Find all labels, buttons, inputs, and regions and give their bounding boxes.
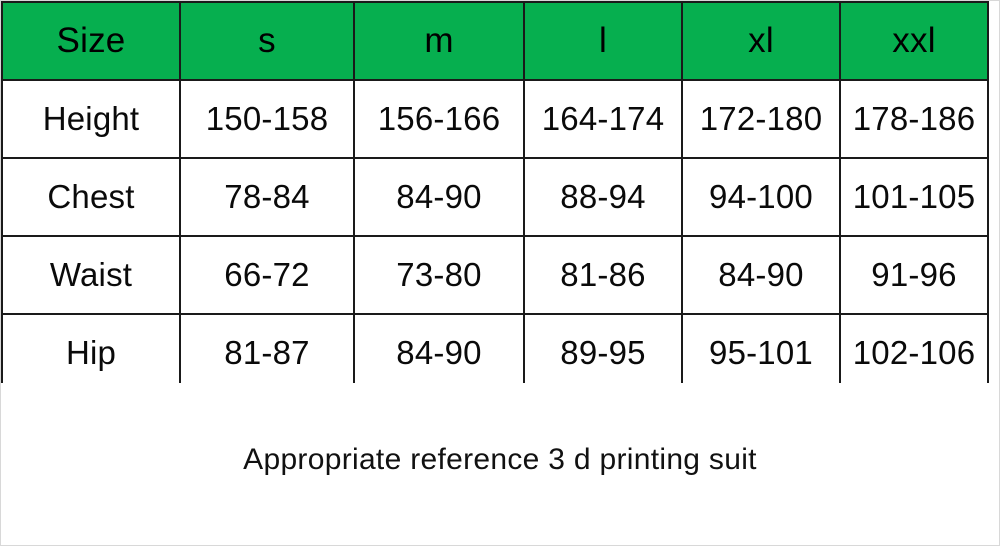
caption-panel: Appropriate reference 3 d printing suit <box>1 383 999 545</box>
cell-waist-m: 73-80 <box>353 235 525 315</box>
size-chart-page: Size s m l xl xxl Height 150-158 156-166… <box>0 0 1000 546</box>
cell-chest-xl: 94-100 <box>681 157 841 237</box>
row-label-waist: Waist <box>1 235 181 315</box>
cell-height-s: 150-158 <box>179 79 355 159</box>
chart-caption: Appropriate reference 3 d printing suit <box>243 443 757 476</box>
cell-waist-l: 81-86 <box>523 235 683 315</box>
row-label-chest: Chest <box>1 157 181 237</box>
cell-height-xl: 172-180 <box>681 79 841 159</box>
cell-waist-xl: 84-90 <box>681 235 841 315</box>
table-row: Waist 66-72 73-80 81-86 84-90 91-96 <box>1 235 989 315</box>
cell-waist-s: 66-72 <box>179 235 355 315</box>
cell-chest-m: 84-90 <box>353 157 525 237</box>
column-header-s: s <box>179 1 355 81</box>
cell-hip-s: 81-87 <box>179 313 355 393</box>
row-label-height: Height <box>1 79 181 159</box>
cell-hip-xl: 95-101 <box>681 313 841 393</box>
cell-chest-l: 88-94 <box>523 157 683 237</box>
column-header-xxl: xxl <box>839 1 989 81</box>
cell-hip-xxl: 102-106 <box>839 313 989 393</box>
column-header-size: Size <box>1 1 181 81</box>
table-body: Height 150-158 156-166 164-174 172-180 1… <box>1 79 989 393</box>
table-header: Size s m l xl xxl <box>1 1 989 81</box>
table-row: Chest 78-84 84-90 88-94 94-100 101-105 <box>1 157 989 237</box>
cell-height-m: 156-166 <box>353 79 525 159</box>
row-label-hip: Hip <box>1 313 181 393</box>
header-row: Size s m l xl xxl <box>1 1 989 81</box>
column-header-xl: xl <box>681 1 841 81</box>
cell-height-xxl: 178-186 <box>839 79 989 159</box>
size-chart-table: Size s m l xl xxl Height 150-158 156-166… <box>1 1 989 393</box>
cell-chest-xxl: 101-105 <box>839 157 989 237</box>
table-row: Height 150-158 156-166 164-174 172-180 1… <box>1 79 989 159</box>
size-table-container: Size s m l xl xxl Height 150-158 156-166… <box>1 1 989 393</box>
cell-height-l: 164-174 <box>523 79 683 159</box>
cell-hip-m: 84-90 <box>353 313 525 393</box>
column-header-m: m <box>353 1 525 81</box>
cell-hip-l: 89-95 <box>523 313 683 393</box>
cell-waist-xxl: 91-96 <box>839 235 989 315</box>
column-header-l: l <box>523 1 683 81</box>
table-row: Hip 81-87 84-90 89-95 95-101 102-106 <box>1 313 989 393</box>
cell-chest-s: 78-84 <box>179 157 355 237</box>
